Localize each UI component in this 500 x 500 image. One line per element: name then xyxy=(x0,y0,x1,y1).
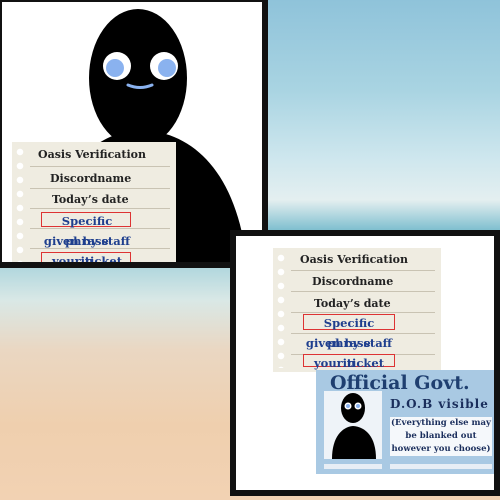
id-instructions-line-1: (Everything else may xyxy=(391,418,491,428)
id-instructions-line-3: however you choose) xyxy=(391,444,491,454)
note-date: Today’s date xyxy=(52,193,129,206)
id-instructions: (Everything else may be blanked out howe… xyxy=(390,417,492,456)
note-title: Oasis Verification xyxy=(300,253,409,266)
binder-holes xyxy=(14,146,28,262)
note-discordname: Discordname xyxy=(312,275,394,288)
phrase-line-3: your ticket xyxy=(51,254,123,268)
id-dob-label: D.O.B visible xyxy=(390,397,489,411)
id-instructions-line-2: be blanked out xyxy=(405,431,477,441)
person-avatar-icon xyxy=(332,393,376,459)
verification-photo-example-1: Oasis Verification Discordname Today’s d… xyxy=(0,0,268,268)
note-discordname: Discordname xyxy=(50,172,132,185)
phrase-line-2: given by staff in xyxy=(43,234,131,268)
id-data-stripe xyxy=(390,464,492,469)
id-data-stripe xyxy=(324,464,382,469)
binder-holes xyxy=(275,252,289,368)
note-date: Today’s date xyxy=(314,297,391,310)
note-title: Oasis Verification xyxy=(38,148,147,161)
id-photo xyxy=(324,391,382,459)
